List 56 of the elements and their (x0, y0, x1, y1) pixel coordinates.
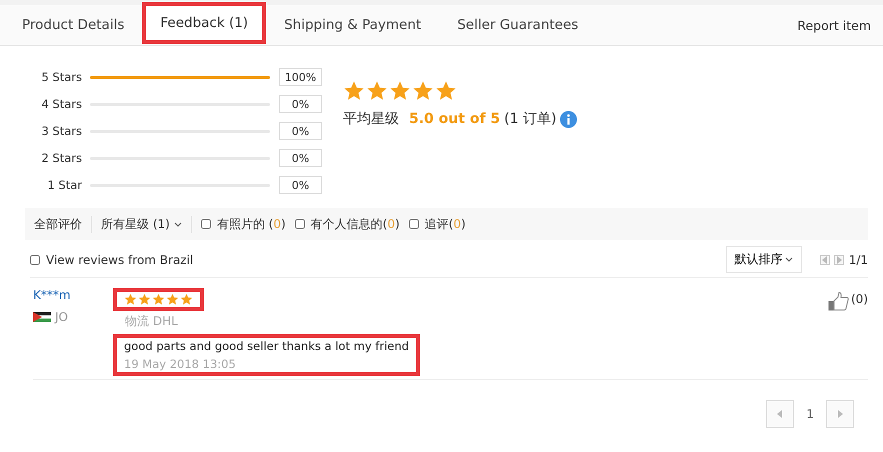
next-icon (837, 410, 843, 418)
tab[interactable]: Shipping & Payment (266, 5, 440, 45)
star-icon (412, 80, 434, 102)
caret-icon (174, 222, 182, 226)
report-link[interactable]: Report item (797, 18, 883, 32)
rating-label: 4 Stars (40, 97, 82, 111)
review-text: good parts and good seller thanks a lot my friend (124, 339, 409, 353)
filter-label: 有个人信息的(0) (310, 216, 400, 232)
rating-label: 2 Stars (40, 151, 82, 165)
all-reviews-filter[interactable]: 全部评价 (25, 216, 92, 232)
tab[interactable]: Product Details (4, 5, 142, 45)
star-icon (138, 293, 151, 306)
rating-label: 3 Stars (40, 124, 82, 138)
star-filter-dropdown[interactable]: 所有星级 (1) (92, 216, 192, 232)
percent-value: 100% (279, 68, 322, 86)
flag-icon (33, 312, 51, 322)
tab[interactable]: Seller Guarantees (439, 5, 596, 45)
logistics-info: 物流 DHL (125, 313, 179, 330)
rating-label: 1 Star (46, 178, 82, 192)
average-score: 5.0 out of 5 (409, 111, 500, 127)
star-icon (389, 80, 411, 102)
caret-icon (784, 257, 793, 262)
star-icon (180, 293, 193, 306)
rating-label: 5 Stars (40, 70, 82, 84)
review-date: 19 May 2018 13:05 (124, 357, 237, 371)
filter-label: 追评(0) (424, 216, 466, 232)
star-icon (152, 293, 165, 306)
star-icon (124, 293, 137, 306)
checkbox[interactable] (30, 254, 40, 264)
checkbox[interactable] (200, 219, 211, 229)
next-icon (836, 256, 842, 264)
sort-dropdown[interactable]: 默认排序 (726, 246, 802, 273)
info-icon[interactable] (560, 110, 578, 128)
filter-label: 有照片的 (0) (216, 216, 286, 232)
previous-icon (822, 256, 828, 264)
reviewer-name[interactable]: K***m (33, 288, 125, 302)
average-rating-label: 平均星级 (343, 110, 399, 128)
star-icon (366, 80, 388, 102)
percent-value: 0% (279, 176, 322, 194)
like-count: (0) (851, 292, 868, 306)
checkbox[interactable] (294, 219, 305, 229)
thumbs-up-icon[interactable] (828, 292, 849, 311)
previous-icon (777, 410, 784, 418)
page-indicator: 1/1 (848, 252, 868, 266)
region-filter-label: View reviews from Brazil (46, 252, 194, 266)
percent-value: 0% (279, 149, 322, 167)
checkbox[interactable] (408, 219, 419, 229)
percent-value: 0% (279, 95, 322, 113)
star-icon (435, 80, 457, 102)
page-number[interactable]: 1 (800, 407, 820, 421)
star-icon (166, 293, 179, 306)
country-code: JO (55, 310, 68, 324)
percent-value: 0% (279, 122, 322, 140)
star-icon (343, 80, 365, 102)
tab[interactable]: Feedback (1) (142, 2, 266, 44)
order-count: (1 订单) (504, 110, 556, 128)
